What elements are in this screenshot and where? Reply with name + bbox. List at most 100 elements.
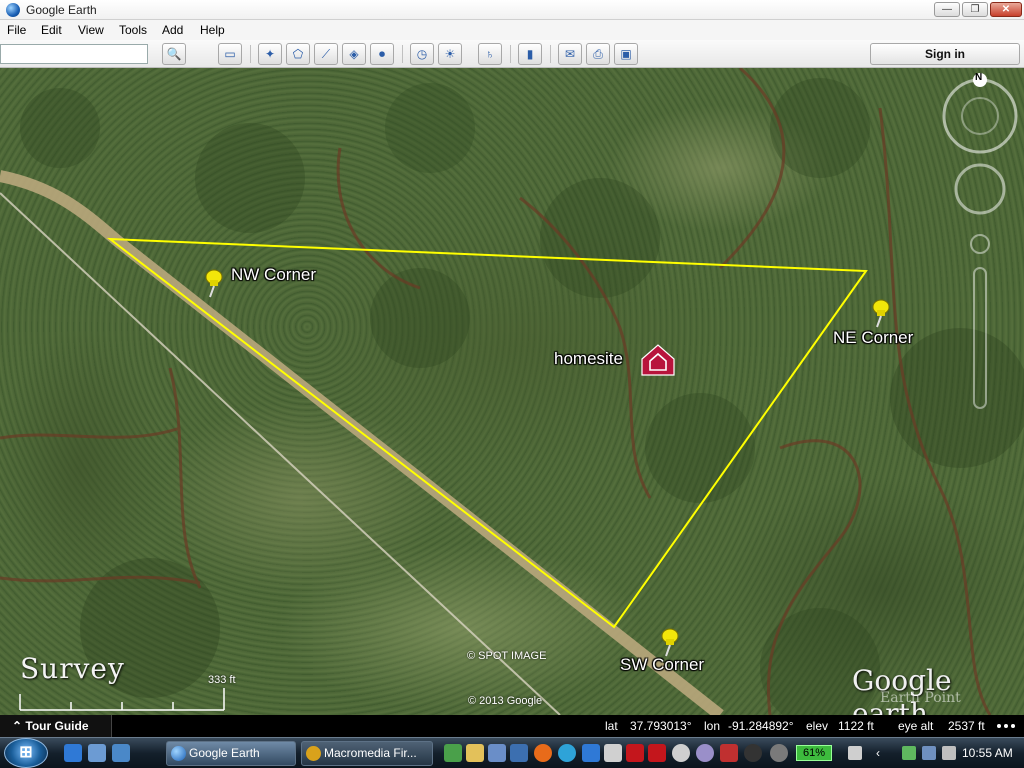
sw-corner-label[interactable]: SW Corner	[620, 655, 704, 675]
nw-corner-pin-icon[interactable]	[202, 268, 224, 298]
move-ring[interactable]	[954, 163, 1006, 215]
title-bar: Google Earth — ❐ ✕	[0, 0, 1024, 20]
toolbar-divider	[510, 45, 511, 63]
toolbar: 🔍 ▭ ✦ ⬠ ⟋ ◈ ⏺ ◷ ☀ ♄ ▮ ✉ ⎙ ▣ Sign in	[0, 40, 1024, 68]
app-icon[interactable]	[770, 744, 788, 762]
menu-help[interactable]: Help	[200, 23, 225, 37]
tray-icon[interactable]	[902, 746, 916, 760]
eye-alt-label: eye alt	[898, 719, 934, 733]
battery-indicator[interactable]: 61%	[796, 745, 832, 761]
lat-value: 37.793013°	[630, 719, 692, 733]
ne-corner-label[interactable]: NE Corner	[833, 328, 913, 348]
eye-alt-value: 2537 ft	[948, 719, 985, 733]
camera-icon: ⏺	[378, 47, 385, 61]
toolbar-divider	[550, 45, 551, 63]
menu-tools[interactable]: Tools	[119, 23, 147, 37]
homesite-label[interactable]: homesite	[554, 349, 623, 369]
menu-file[interactable]: File	[7, 23, 26, 37]
sw-corner-pin-icon[interactable]	[658, 627, 680, 657]
search-input[interactable]	[0, 44, 148, 64]
nw-corner-label[interactable]: NW Corner	[231, 265, 316, 285]
printer-icon: ⎙	[593, 47, 603, 61]
sun-icon: ☀	[444, 47, 456, 61]
firefox-icon[interactable]	[534, 744, 552, 762]
pdf-icon[interactable]	[626, 744, 644, 762]
ne-corner-pin-icon[interactable]	[869, 298, 891, 328]
clock[interactable]: 10:55 AM	[962, 746, 1013, 760]
add-polygon-button[interactable]: ⬠	[286, 43, 310, 65]
app-icon[interactable]	[488, 744, 506, 762]
tour-guide-label: Tour Guide	[25, 719, 89, 733]
record-tour-button[interactable]: ⏺	[370, 43, 394, 65]
street-view-icon[interactable]	[970, 234, 990, 254]
task-label: Macromedia Fir...	[324, 746, 417, 760]
app-icon[interactable]	[744, 744, 762, 762]
add-path-button[interactable]: ⟋	[314, 43, 338, 65]
menu-edit[interactable]: Edit	[41, 23, 62, 37]
sign-in-button[interactable]: Sign in	[870, 43, 1020, 65]
internet-explorer-icon[interactable]	[64, 744, 82, 762]
sidebar-toggle-button[interactable]: ▭	[218, 43, 242, 65]
folder-icon[interactable]	[466, 744, 484, 762]
maximize-button[interactable]: ❐	[962, 2, 988, 17]
menu-bar: File Edit View Tools Add Help	[0, 20, 1024, 40]
switch-windows-icon[interactable]	[112, 744, 130, 762]
task-macromedia-fireworks[interactable]: Macromedia Fir...	[301, 741, 433, 766]
elev-value: 1122 ft	[838, 719, 874, 733]
app-icon[interactable]	[696, 744, 714, 762]
windows-logo-icon: ⊞	[19, 744, 33, 761]
cd-icon[interactable]	[672, 744, 690, 762]
spot-image-credit: © SPOT IMAGE	[467, 650, 547, 662]
volume-icon[interactable]	[942, 746, 956, 760]
print-button[interactable]: ⎙	[586, 43, 610, 65]
homesite-house-icon[interactable]	[641, 344, 675, 376]
chevron-left-icon[interactable]: ‹	[876, 746, 890, 760]
sunlight-button[interactable]: ☀	[438, 43, 462, 65]
add-overlay-button[interactable]: ◈	[342, 43, 366, 65]
clock-icon: ◷	[416, 47, 428, 61]
menu-add[interactable]: Add	[162, 23, 183, 37]
planet-icon: ♄	[485, 47, 495, 61]
chrome-icon[interactable]	[558, 744, 576, 762]
google-earth-icon	[171, 746, 186, 761]
look-ring[interactable]	[942, 78, 1018, 154]
search-button[interactable]: 🔍	[162, 43, 186, 65]
email-button[interactable]: ✉	[558, 43, 582, 65]
close-button[interactable]: ✕	[990, 2, 1022, 17]
look-joystick[interactable]	[961, 97, 999, 135]
save-image-button[interactable]: ▣	[614, 43, 638, 65]
power-plug-icon[interactable]	[848, 746, 862, 760]
polygon-icon: ⬠	[292, 47, 304, 61]
pdf-icon[interactable]	[648, 744, 666, 762]
map-viewport[interactable]: N NW Corner NE Corner SW Corner homesite…	[0, 68, 1024, 715]
add-placemark-button[interactable]: ✦	[258, 43, 282, 65]
sidebar-icon: ▭	[224, 47, 236, 61]
compass-north-label: N	[975, 72, 983, 83]
image-icon: ▣	[620, 47, 632, 61]
toolbar-divider	[250, 45, 251, 63]
menu-view[interactable]: View	[78, 23, 104, 37]
ruler-button[interactable]: ▮	[518, 43, 542, 65]
ruler-icon: ▮	[526, 47, 534, 61]
path-icon: ⟋	[321, 47, 331, 61]
internet-explorer-icon[interactable]	[582, 744, 600, 762]
document-icon[interactable]	[604, 744, 622, 762]
historical-imagery-button[interactable]: ◷	[410, 43, 434, 65]
start-button[interactable]: ⊞	[4, 738, 48, 768]
app-icon[interactable]	[444, 744, 462, 762]
toolbar-divider	[402, 45, 403, 63]
app-icon[interactable]	[720, 744, 738, 762]
switch-planet-button[interactable]: ♄	[478, 43, 502, 65]
show-desktop-icon[interactable]	[88, 744, 106, 762]
streaming-progress-icon	[997, 724, 1015, 728]
lon-value: -91.284892°	[728, 719, 794, 733]
forest-texture	[20, 78, 1024, 715]
network-icon[interactable]	[922, 746, 936, 760]
tour-title-logo: Survey	[20, 652, 125, 685]
google-earth-icon	[6, 3, 20, 17]
earth-point-watermark: Earth Point	[880, 690, 961, 706]
task-google-earth[interactable]: Google Earth	[166, 741, 296, 766]
network-app-icon[interactable]	[510, 744, 528, 762]
minimize-button[interactable]: —	[934, 2, 960, 17]
tour-guide-button[interactable]: ⌃ Tour Guide	[0, 715, 112, 737]
